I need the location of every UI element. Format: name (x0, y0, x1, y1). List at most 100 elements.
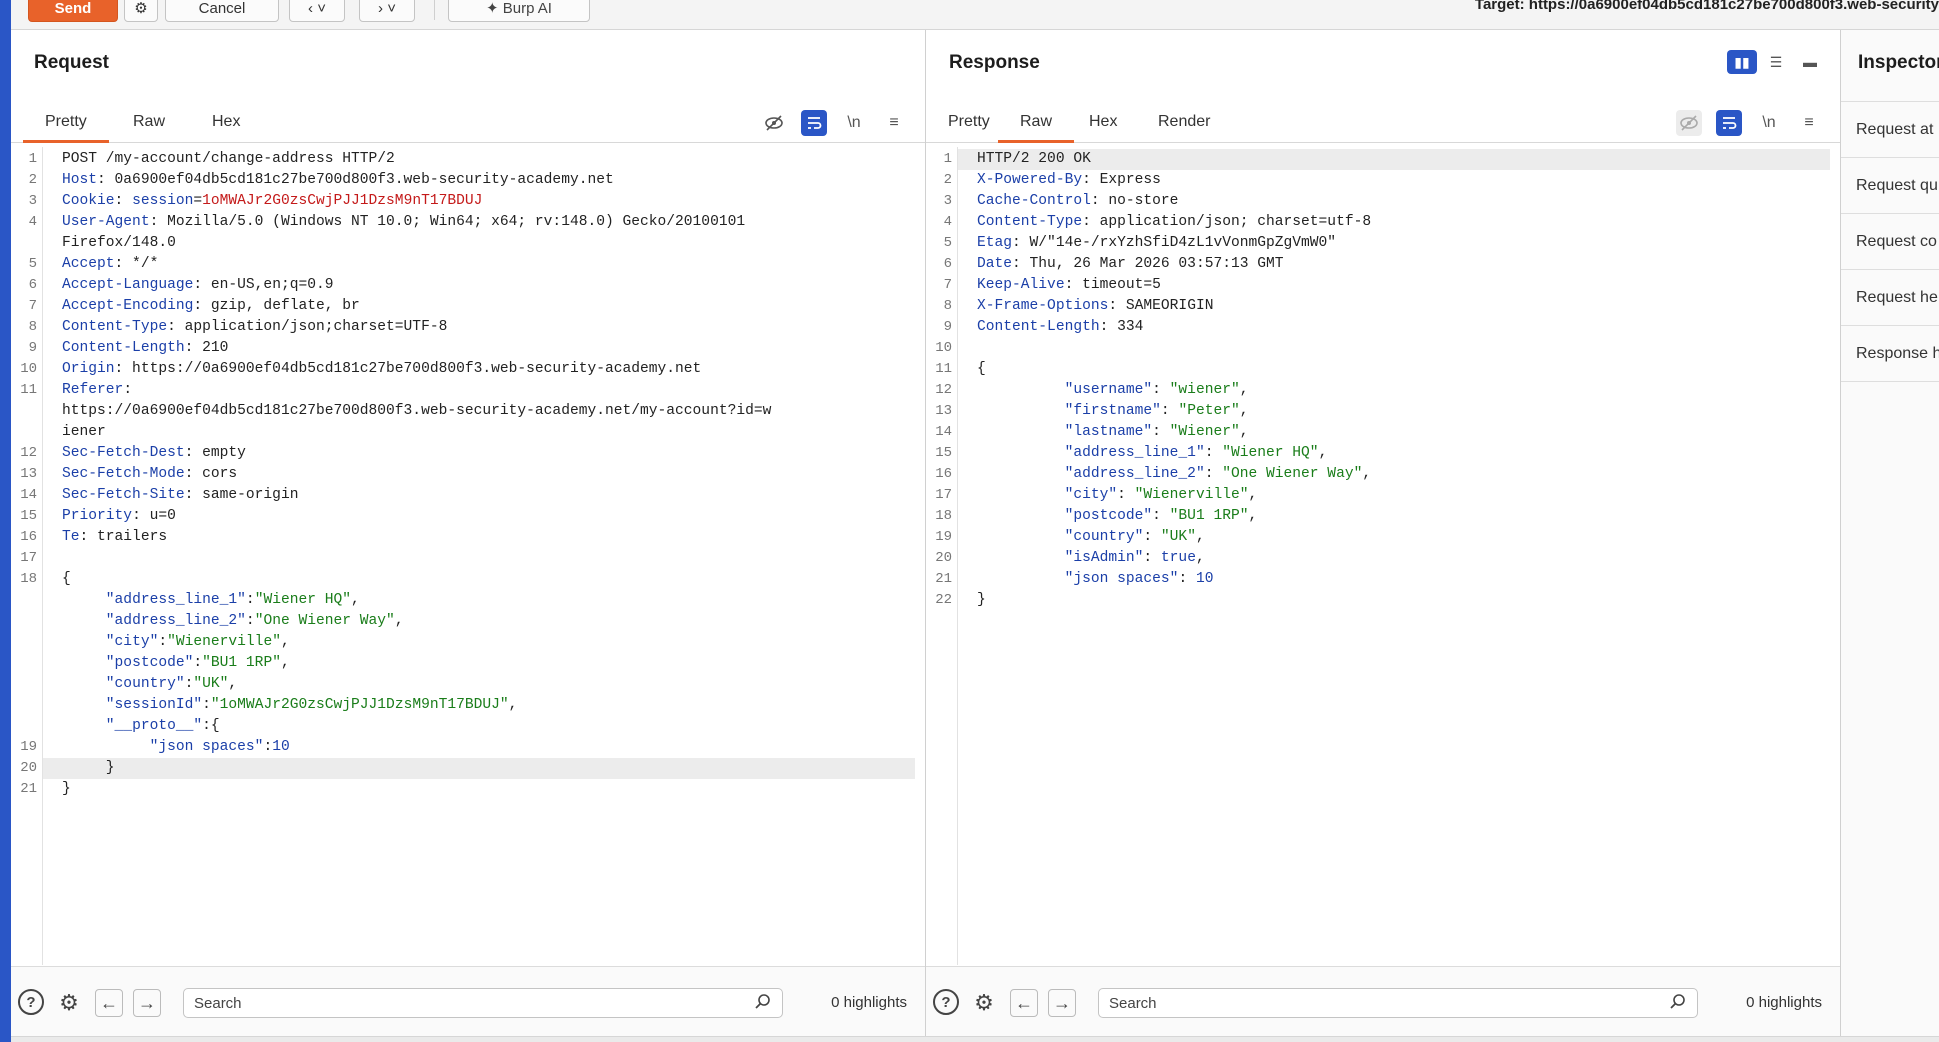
code-line[interactable]: 19 "country": "UK", (935, 527, 1830, 548)
cancel-button[interactable]: Cancel (165, 0, 279, 22)
code-line[interactable]: 6 Date: Thu, 26 Mar 2026 03:57:13 GMT (944, 254, 1830, 275)
request-code[interactable]: 1 POST /my-account/change-address HTTP/2 2… (20, 149, 915, 800)
inspector-response-headers[interactable]: Response h (1841, 326, 1939, 382)
wrap-lines-icon[interactable] (801, 110, 827, 136)
code-line[interactable]: 21} (20, 779, 915, 800)
code-line[interactable]: "sessionId":"1oMWAJr2G0zsCwjPJJ1DzsM9nT1… (43, 695, 915, 716)
code-token: Sec-Fetch-Site (62, 487, 185, 503)
code-line[interactable]: 21 "json spaces": 10 (935, 569, 1830, 590)
code-line[interactable]: 17 "city": "Wienerville", (935, 485, 1830, 506)
target-url[interactable]: Target: https://0a6900ef04db5cd181c27be7… (1475, 0, 1939, 13)
code-line[interactable]: 9 Content-Length: 334 (944, 317, 1830, 338)
code-line[interactable]: 15 "address_line_1": "Wiener HQ", (935, 443, 1830, 464)
gear-icon[interactable]: ⚙ (970, 989, 998, 1017)
newline-toggle-icon[interactable]: \n (841, 110, 867, 136)
code-line[interactable]: 2 X-Powered-By: Express (944, 170, 1830, 191)
hide-nonprint-icon[interactable] (1676, 110, 1702, 136)
tab-request-hex[interactable]: Hex (190, 101, 262, 143)
code-line[interactable]: 7 Accept-Encoding: gzip, deflate, br (29, 296, 915, 317)
inspector-request-attributes[interactable]: Request at (1841, 102, 1939, 158)
code-line[interactable]: 1 HTTP/2 200 OK (944, 149, 1830, 170)
code-line[interactable]: 14 "lastname": "Wiener", (935, 422, 1830, 443)
gear-icon[interactable]: ⚙ (55, 989, 83, 1017)
response-code[interactable]: 1 HTTP/2 200 OK 2 X-Powered-By: Express 3 Cac… (935, 149, 1830, 611)
code-line[interactable]: 3 Cookie: session=1oMWAJr2G0zsCwjPJJ1DzsM… (29, 191, 915, 212)
search-icon[interactable] (1669, 993, 1687, 1016)
code-line[interactable]: 13 Sec-Fetch-Mode: cors (20, 464, 915, 485)
code-line[interactable]: 20 "isAdmin": true, (935, 548, 1830, 569)
code-line[interactable]: 9 Content-Length: 210 (29, 338, 915, 359)
line-number: 7 (943, 277, 952, 293)
split-vertical-icon[interactable]: ☰ (1761, 50, 1791, 74)
search-input[interactable] (1109, 989, 1649, 1017)
tab-response-raw[interactable]: Raw (998, 101, 1075, 143)
code-line[interactable]: 8 Content-Type: application/json;charset=… (29, 317, 915, 338)
menu-icon[interactable]: ≡ (1796, 110, 1822, 136)
code-line[interactable]: 15 Priority: u=0 (20, 506, 915, 527)
code-line[interactable]: 7 Keep-Alive: timeout=5 (944, 275, 1830, 296)
code-line[interactable]: "__proto__":{ (43, 716, 915, 737)
help-icon[interactable]: ? (933, 989, 959, 1015)
burp-ai-button[interactable]: ✦ Burp AI (448, 0, 590, 22)
code-line[interactable]: 17 (20, 548, 915, 569)
code-line[interactable]: "address_line_2":"One Wiener Way", (43, 611, 915, 632)
arrow-right-icon[interactable]: → (133, 989, 161, 1017)
menu-icon[interactable]: ≡ (881, 110, 907, 136)
code-line[interactable]: 18 "postcode": "BU1 1RP", (935, 506, 1830, 527)
code-line[interactable]: 12 "username": "wiener", (935, 380, 1830, 401)
tab-request-raw[interactable]: Raw (111, 101, 187, 143)
inspector-request-cookies[interactable]: Request co (1841, 214, 1939, 270)
search-icon[interactable] (754, 993, 772, 1016)
code-line[interactable]: 20 } (20, 758, 915, 779)
code-line[interactable]: 1 POST /my-account/change-address HTTP/2 (29, 149, 915, 170)
code-line[interactable]: 16 "address_line_2": "One Wiener Way", (935, 464, 1830, 485)
tab-response-hex[interactable]: Hex (1067, 101, 1139, 143)
hide-nonprint-icon[interactable] (761, 110, 787, 136)
code-line[interactable]: 8 X-Frame-Options: SAMEORIGIN (944, 296, 1830, 317)
code-line[interactable]: 12 Sec-Fetch-Dest: empty (20, 443, 915, 464)
code-line[interactable]: 4 Content-Type: application/json; charset… (944, 212, 1830, 233)
code-line[interactable]: 16 Te: trailers (20, 527, 915, 548)
code-line[interactable]: 5 Accept: */* (29, 254, 915, 275)
tab-request-pretty[interactable]: Pretty (23, 101, 109, 143)
code-line[interactable]: 10 Origin: https://0a6900ef04db5cd181c27b… (20, 359, 915, 380)
code-line[interactable]: 3 Cache-Control: no-store (944, 191, 1830, 212)
response-editor[interactable]: 1 HTTP/2 200 OK 2 X-Powered-By: Express 3 Cac… (926, 147, 1840, 965)
code-line[interactable]: 10 (935, 338, 1830, 359)
history-back-button[interactable]: ‹ ˅ (289, 0, 345, 22)
code-line[interactable]: "address_line_1":"Wiener HQ", (43, 590, 915, 611)
code-line[interactable]: "city":"Wienerville", (43, 632, 915, 653)
code-line[interactable]: 2 Host: 0a6900ef04db5cd181c27be700d800f3.… (29, 170, 915, 191)
single-pane-icon[interactable]: ▬ (1795, 50, 1825, 74)
code-line[interactable]: iener (43, 422, 915, 443)
code-line[interactable]: https://0a6900ef04db5cd181c27be700d800f3… (43, 401, 915, 422)
code-line[interactable]: 18 { (20, 569, 915, 590)
code-line[interactable]: 11 { (935, 359, 1830, 380)
code-line[interactable]: "postcode":"BU1 1RP", (43, 653, 915, 674)
code-line[interactable]: 19 "json spaces":10 (20, 737, 915, 758)
code-line[interactable]: 11 Referer: (20, 380, 915, 401)
search-input[interactable] (194, 989, 734, 1017)
split-horizontal-icon[interactable]: ▮▮ (1727, 50, 1757, 74)
newline-toggle-icon[interactable]: \n (1756, 110, 1782, 136)
arrow-right-icon[interactable]: → (1048, 989, 1076, 1017)
send-options-button[interactable]: ⚙ (124, 0, 158, 22)
code-line[interactable]: 22} (935, 590, 1830, 611)
request-editor[interactable]: 1 POST /my-account/change-address HTTP/2 2… (11, 147, 925, 965)
code-line[interactable]: 13 "firstname": "Peter", (935, 401, 1830, 422)
arrow-left-icon[interactable]: ← (1010, 989, 1038, 1017)
code-line[interactable]: 5 Etag: W/"14e-/rxYzhSfiD4zL1vVonmGpZgVmW… (944, 233, 1830, 254)
code-line[interactable]: 14 Sec-Fetch-Site: same-origin (20, 485, 915, 506)
code-line[interactable]: 6 Accept-Language: en-US,en;q=0.9 (29, 275, 915, 296)
tab-response-render[interactable]: Render (1136, 101, 1232, 143)
code-line[interactable]: "country":"UK", (43, 674, 915, 695)
inspector-request-headers[interactable]: Request he (1841, 270, 1939, 326)
code-line[interactable]: 4 User-Agent: Mozilla/5.0 (Windows NT 10.… (29, 212, 915, 233)
arrow-left-icon[interactable]: ← (95, 989, 123, 1017)
wrap-lines-icon[interactable] (1716, 110, 1742, 136)
inspector-request-query[interactable]: Request qu (1841, 158, 1939, 214)
history-forward-button[interactable]: › ˅ (359, 0, 415, 22)
send-button[interactable]: Send (28, 0, 118, 22)
code-line[interactable]: Firefox/148.0 (43, 233, 915, 254)
help-icon[interactable]: ? (18, 989, 44, 1015)
